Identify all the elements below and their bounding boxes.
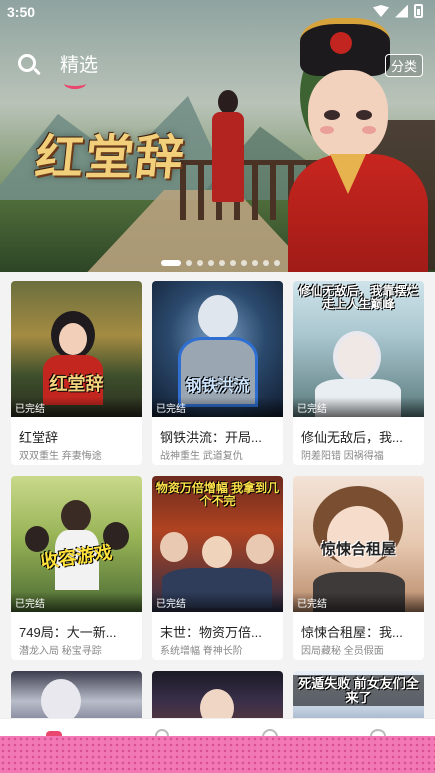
status-badge: 已完结 xyxy=(11,592,142,612)
comic-title: 惊悚合租屋：我... xyxy=(301,625,403,640)
cover-title: 修仙无敌后，我靠摆烂走上人生巅峰 xyxy=(298,284,419,311)
comic-card[interactable]: 钢铁洪流 已完结 钢铁洪流：开局... 战神重生 武道复仇 xyxy=(152,281,283,465)
app-screen: 红堂辞 3:50 精选 分类 红堂辞 已完结 红堂辞 双双重生 弃妻悔途 钢铁洪… xyxy=(0,0,435,773)
cover-title: 钢铁洪流 xyxy=(185,378,250,395)
carousel-indicator xyxy=(161,260,280,266)
comic-tags: 战神重生 武道复仇 xyxy=(160,451,243,462)
carousel-dot[interactable] xyxy=(230,260,236,266)
status-badge: 已完结 xyxy=(293,592,424,612)
signal-icon xyxy=(395,4,408,18)
category-button[interactable]: 分类 xyxy=(385,54,424,77)
pink-dotted-overlay xyxy=(0,736,435,773)
banner-character-man xyxy=(208,90,248,210)
carousel-dot[interactable] xyxy=(252,260,258,266)
carousel-dot[interactable] xyxy=(274,260,280,266)
comic-tags: 因局藏秘 全员假面 xyxy=(301,646,384,657)
comic-card[interactable]: 惊悚合租屋 已完结 惊悚合租屋：我... 因局藏秘 全员假面 xyxy=(293,476,424,660)
tab-featured[interactable]: 精选 xyxy=(60,50,98,89)
hero-banner[interactable]: 红堂辞 xyxy=(0,0,435,272)
comic-card[interactable]: 物资万倍增幅 我拿到几个不完 已完结 末世：物资万倍... 系统增幅 脊神长阶 xyxy=(152,476,283,660)
comic-tags: 系统增幅 脊神长阶 xyxy=(160,646,243,657)
status-icons xyxy=(373,4,423,18)
carousel-dot[interactable] xyxy=(208,260,214,266)
carousel-dot[interactable] xyxy=(197,260,203,266)
comic-tags: 潜龙入局 秘宝寻踪 xyxy=(19,646,102,657)
carousel-dot[interactable] xyxy=(241,260,247,266)
comic-tags: 双双重生 弃妻悔途 xyxy=(19,451,102,462)
battery-icon xyxy=(414,4,423,18)
banner-title: 红堂辞 xyxy=(32,130,189,186)
comic-title: 末世：物资万倍... xyxy=(160,625,262,640)
comic-tags: 阴差阳错 因祸得福 xyxy=(301,451,384,462)
cover-title: 死遁失败 前女友们全来了 xyxy=(293,675,424,707)
comic-card[interactable]: 修仙无敌后，我靠摆烂走上人生巅峰 已完结 修仙无敌后，我... 阴差阳错 因祸得… xyxy=(293,281,424,465)
search-icon[interactable] xyxy=(18,54,41,76)
comic-title: 749局：大一新... xyxy=(19,625,117,640)
comic-cover: 物资万倍增幅 我拿到几个不完 已完结 xyxy=(152,476,283,612)
cover-title: 惊悚合租屋 xyxy=(320,541,396,558)
comic-title: 修仙无敌后，我... xyxy=(301,430,403,445)
cover-title: 物资万倍增幅 我拿到几个不完 xyxy=(155,481,280,508)
status-badge: 已完结 xyxy=(152,397,283,417)
comic-cover: 修仙无敌后，我靠摆烂走上人生巅峰 已完结 xyxy=(293,281,424,417)
status-badge: 已完结 xyxy=(152,592,283,612)
carousel-dot[interactable] xyxy=(161,260,181,266)
wifi-icon xyxy=(373,5,389,17)
carousel-dot[interactable] xyxy=(186,260,192,266)
status-time: 3:50 xyxy=(7,4,36,20)
cover-title: 红堂辞 xyxy=(49,374,104,394)
comic-title: 钢铁洪流：开局... xyxy=(160,430,262,445)
carousel-dot[interactable] xyxy=(263,260,269,266)
status-bar: 3:50 xyxy=(0,0,435,26)
comic-card[interactable]: 收容游戏 已完结 749局：大一新... 潜龙入局 秘宝寻踪 xyxy=(11,476,142,660)
carousel-dot[interactable] xyxy=(219,260,225,266)
comic-cover: 收容游戏 已完结 xyxy=(11,476,142,612)
comic-title: 红堂辞 xyxy=(19,430,59,445)
comic-cover: 钢铁洪流 已完结 xyxy=(152,281,283,417)
comic-cover: 惊悚合租屋 已完结 xyxy=(293,476,424,612)
status-badge: 已完结 xyxy=(11,397,142,417)
comic-card[interactable]: 红堂辞 已完结 红堂辞 双双重生 弃妻悔途 xyxy=(11,281,142,465)
comic-cover: 红堂辞 已完结 xyxy=(11,281,142,417)
status-badge: 已完结 xyxy=(293,397,424,417)
